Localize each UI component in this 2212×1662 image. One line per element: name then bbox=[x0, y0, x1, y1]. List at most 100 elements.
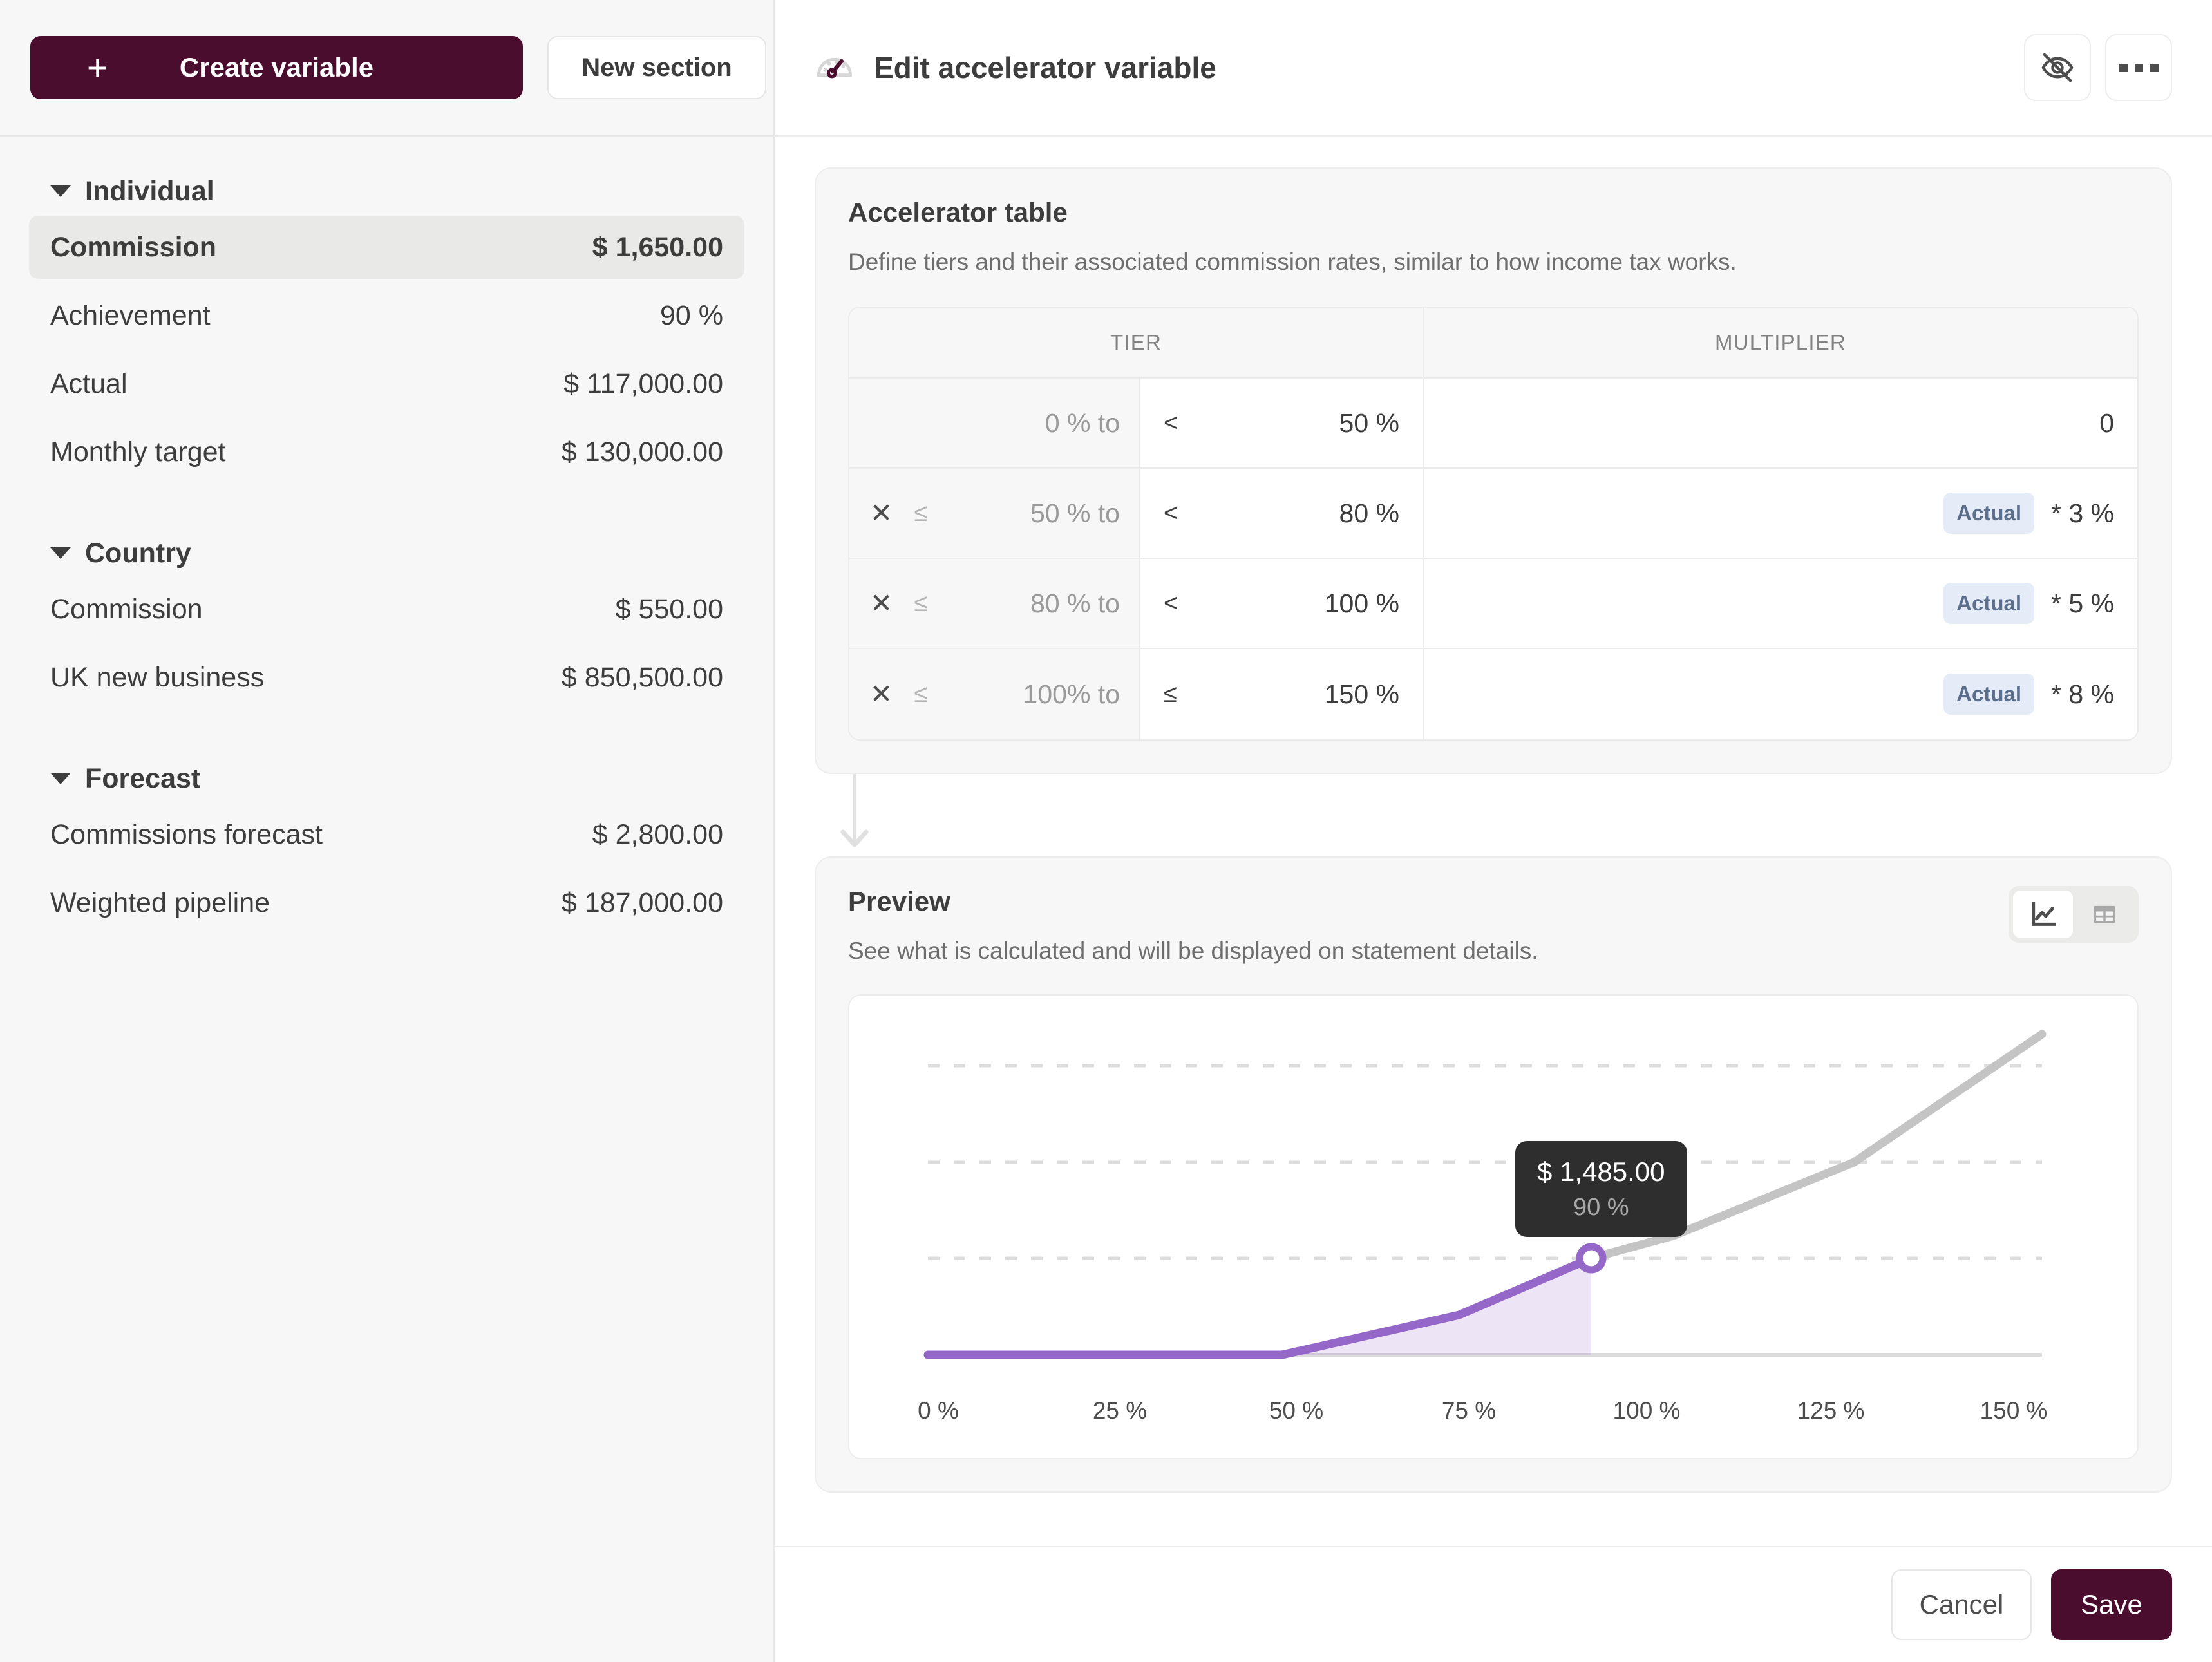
sidebar-group-forecast: Forecast Commissions forecast $ 2,800.00… bbox=[0, 759, 773, 934]
gauge-icon bbox=[815, 48, 855, 88]
sidebar-item-commissions-forecast[interactable]: Commissions forecast $ 2,800.00 bbox=[29, 803, 744, 866]
item-label: Actual bbox=[50, 368, 128, 400]
more-options-button[interactable] bbox=[2105, 34, 2172, 101]
table-header-row: TIER MULTIPLIER bbox=[849, 308, 2137, 379]
view-table-button[interactable] bbox=[2074, 891, 2134, 938]
table-row: ✕ ≤ 80 % to < 100 % Actual * 5 % bbox=[849, 559, 2137, 649]
sidebar-toolbar: + Create variable New section bbox=[0, 0, 773, 137]
accelerator-table-title: Accelerator table bbox=[848, 197, 2139, 228]
create-variable-button[interactable]: + Create variable bbox=[30, 36, 523, 99]
item-value: $ 130,000.00 bbox=[562, 437, 723, 468]
tier-from-cell: ✕ ≤ 50 % to bbox=[849, 469, 1140, 558]
group-header-individual[interactable]: Individual bbox=[0, 172, 773, 211]
sidebar-item-weighted-pipeline[interactable]: Weighted pipeline $ 187,000.00 bbox=[29, 871, 744, 934]
tier-to-operator[interactable]: < bbox=[1164, 500, 1186, 527]
item-value: $ 2,800.00 bbox=[592, 819, 723, 851]
sidebar-group-individual: Individual Commission $ 1,650.00 Achieve… bbox=[0, 172, 773, 484]
multiplier-cell[interactable]: Actual * 3 % bbox=[1424, 469, 2137, 558]
tier-from-value[interactable]: 100% to bbox=[950, 679, 1120, 710]
item-value: $ 1,650.00 bbox=[592, 232, 723, 263]
line-chart-icon bbox=[2028, 900, 2058, 929]
table-grid-icon bbox=[2091, 901, 2118, 928]
tier-from-cell: ✕ ≤ 100% to bbox=[849, 649, 1140, 739]
tier-to-operator[interactable]: ≤ bbox=[1164, 681, 1186, 708]
multiplier-cell[interactable]: Actual * 8 % bbox=[1424, 649, 2137, 739]
x-axis-tick: 25 % bbox=[1093, 1397, 1147, 1424]
status-badge: Actual bbox=[1943, 674, 2034, 715]
sidebar-item-commission[interactable]: Commission $ 1,650.00 bbox=[29, 216, 744, 279]
tier-from-operator: ≤ bbox=[910, 500, 932, 527]
plus-icon: + bbox=[87, 50, 108, 86]
tooltip-percent: 90 % bbox=[1537, 1194, 1665, 1222]
item-label: Monthly target bbox=[50, 437, 225, 468]
tier-to-value[interactable]: 150 % bbox=[1186, 679, 1399, 710]
item-value: $ 187,000.00 bbox=[562, 887, 723, 919]
flow-connector bbox=[815, 774, 2172, 856]
tier-to-value[interactable]: 50 % bbox=[1186, 408, 1399, 439]
preview-header: Preview See what is calculated and will … bbox=[848, 886, 2139, 965]
item-value: $ 550.00 bbox=[616, 594, 723, 625]
new-section-label: New section bbox=[581, 53, 732, 82]
group-header-forecast[interactable]: Forecast bbox=[0, 759, 773, 798]
save-button[interactable]: Save bbox=[2051, 1569, 2172, 1640]
tier-to-cell: ≤ 150 % bbox=[1140, 649, 1424, 739]
sidebar-item-achievement[interactable]: Achievement 90 % bbox=[29, 284, 744, 347]
sidebar-item-uk-new-business[interactable]: UK new business $ 850,500.00 bbox=[29, 646, 744, 709]
sidebar-group-country: Country Commission $ 550.00 UK new busin… bbox=[0, 534, 773, 709]
item-value: $ 117,000.00 bbox=[563, 368, 723, 400]
preview-chart: 0 % 25 % 50 % 75 % 100 % 125 % 150 % $ 1… bbox=[848, 994, 2139, 1459]
tier-from-value[interactable]: 50 % to bbox=[950, 498, 1120, 529]
tier-to-cell: < 100 % bbox=[1140, 559, 1424, 648]
tier-to-cell: < 80 % bbox=[1140, 469, 1424, 558]
multiplier-value: 0 bbox=[2099, 408, 2114, 439]
chevron-down-icon bbox=[50, 185, 71, 197]
accelerator-table: TIER MULTIPLIER ✕ 0 % to < 50 % bbox=[848, 307, 2139, 741]
accelerator-table-card: Accelerator table Define tiers and their… bbox=[815, 167, 2172, 774]
sidebar-item-country-commission[interactable]: Commission $ 550.00 bbox=[29, 578, 744, 641]
group-title: Country bbox=[85, 538, 191, 569]
view-chart-button[interactable] bbox=[2013, 891, 2073, 938]
tier-from-operator: ≤ bbox=[910, 590, 932, 618]
x-axis-tick: 100 % bbox=[1613, 1397, 1681, 1424]
status-badge: Actual bbox=[1943, 583, 2034, 624]
x-axis-tick: 150 % bbox=[1980, 1397, 2048, 1424]
create-variable-label: Create variable bbox=[180, 52, 373, 83]
group-header-country[interactable]: Country bbox=[0, 534, 773, 572]
tooltip-value: $ 1,485.00 bbox=[1537, 1157, 1665, 1187]
item-label: Weighted pipeline bbox=[50, 887, 270, 919]
edit-variable-panel: Edit accelerator variable Accelerator ta… bbox=[775, 0, 2212, 1662]
header-actions bbox=[2024, 34, 2172, 101]
multiplier-value: * 8 % bbox=[2051, 679, 2114, 710]
column-header-multiplier: MULTIPLIER bbox=[1424, 308, 2137, 377]
tier-to-value[interactable]: 80 % bbox=[1186, 498, 1399, 529]
close-icon[interactable]: ✕ bbox=[870, 500, 892, 527]
tier-from-value[interactable]: 0 % to bbox=[950, 408, 1120, 439]
column-header-tier: TIER bbox=[849, 308, 1424, 377]
multiplier-value: * 5 % bbox=[2051, 589, 2114, 619]
table-row: ✕ ≤ 50 % to < 80 % Actual * 3 % bbox=[849, 469, 2137, 559]
close-icon[interactable]: ✕ bbox=[870, 590, 892, 617]
close-icon[interactable]: ✕ bbox=[870, 681, 892, 708]
sidebar-item-actual[interactable]: Actual $ 117,000.00 bbox=[29, 352, 744, 415]
tier-from-cell: ✕ 0 % to bbox=[849, 379, 1140, 467]
multiplier-cell[interactable]: Actual * 5 % bbox=[1424, 559, 2137, 648]
item-value: $ 850,500.00 bbox=[562, 662, 723, 694]
panel-footer: Cancel Save bbox=[775, 1546, 2212, 1662]
group-title: Forecast bbox=[85, 763, 200, 795]
tier-to-operator[interactable]: < bbox=[1164, 590, 1186, 618]
tier-from-value[interactable]: 80 % to bbox=[950, 589, 1120, 619]
item-label: Achievement bbox=[50, 300, 211, 332]
hide-variable-button[interactable] bbox=[2024, 34, 2091, 101]
tier-to-value[interactable]: 100 % bbox=[1186, 589, 1399, 619]
multiplier-cell[interactable]: 0 bbox=[1424, 379, 2137, 467]
item-value: 90 % bbox=[660, 300, 723, 332]
data-point-marker bbox=[1580, 1247, 1603, 1270]
arrow-down-icon bbox=[835, 774, 912, 856]
sidebar-item-monthly-target[interactable]: Monthly target $ 130,000.00 bbox=[29, 420, 744, 484]
tier-to-operator[interactable]: < bbox=[1164, 410, 1186, 437]
new-section-button[interactable]: New section bbox=[547, 36, 766, 99]
x-axis-tick: 0 % bbox=[918, 1397, 959, 1424]
sidebar: + Create variable New section Individual… bbox=[0, 0, 775, 1662]
cancel-button[interactable]: Cancel bbox=[1891, 1569, 2032, 1640]
multiplier-value: * 3 % bbox=[2051, 498, 2114, 529]
